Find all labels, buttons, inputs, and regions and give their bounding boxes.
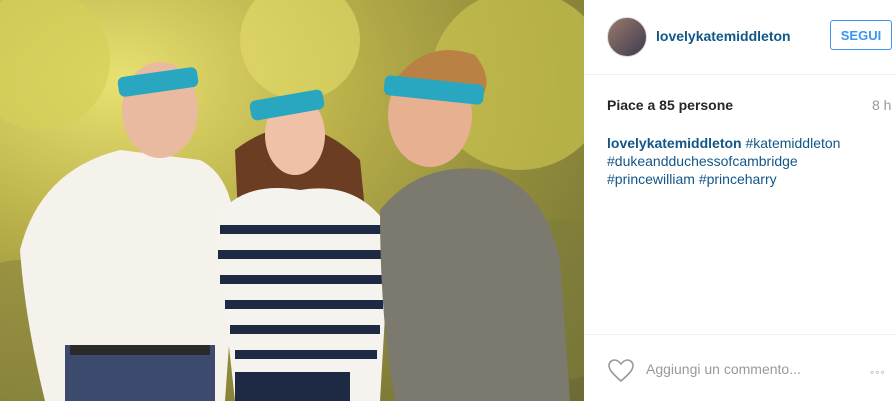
post-time[interactable]: 8 h bbox=[872, 97, 891, 113]
heart-icon[interactable] bbox=[608, 359, 634, 383]
caption-username-link[interactable]: lovelykatemiddleton bbox=[607, 135, 742, 151]
hashtag-link[interactable]: #princeharry bbox=[699, 171, 777, 187]
post-caption: lovelykatemiddleton #katemiddleton #duke… bbox=[607, 134, 877, 188]
avatar[interactable] bbox=[607, 17, 647, 57]
likes-count[interactable]: Piace a 85 persone bbox=[607, 97, 733, 113]
post-photo[interactable] bbox=[0, 0, 584, 401]
hashtag-link[interactable]: #princewilliam bbox=[607, 171, 695, 187]
more-options-icon[interactable]: ◦◦◦ bbox=[870, 365, 886, 379]
post-details-panel: lovelykatemiddleton SEGUI Piace a 85 per… bbox=[584, 0, 896, 401]
hashtag-link[interactable]: #dukeandduchessofcambridge bbox=[607, 153, 798, 169]
post-actions: Aggiungi un commento... ◦◦◦ bbox=[584, 334, 896, 402]
photo-illustration bbox=[0, 0, 584, 401]
hashtag-link[interactable]: #katemiddleton bbox=[745, 135, 840, 151]
comment-input[interactable]: Aggiungi un commento... bbox=[646, 361, 801, 377]
username-link[interactable]: lovelykatemiddleton bbox=[656, 28, 791, 44]
follow-button[interactable]: SEGUI bbox=[830, 20, 892, 50]
post-header: lovelykatemiddleton SEGUI bbox=[584, 0, 896, 75]
